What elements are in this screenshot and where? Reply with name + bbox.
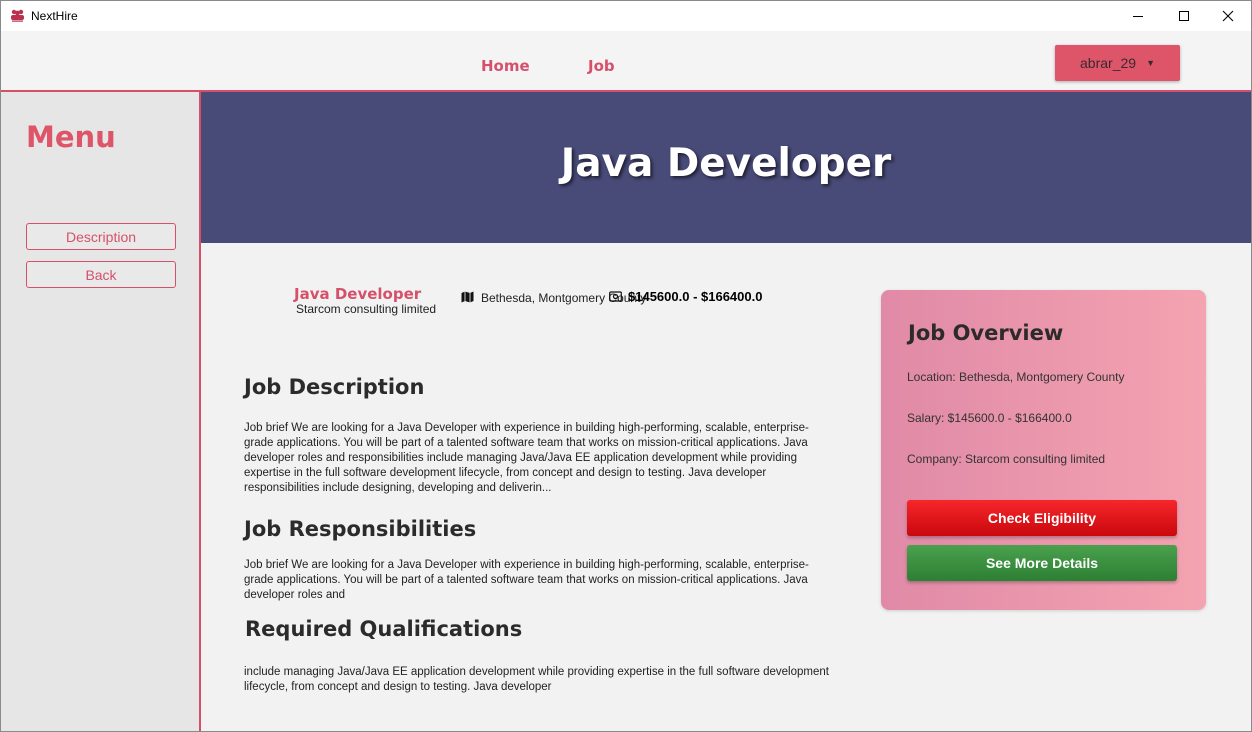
close-icon bbox=[1222, 10, 1234, 22]
top-navigation: Home Job abrar_29 ▼ bbox=[1, 31, 1251, 92]
overview-salary: Salary: $145600.0 - $166400.0 bbox=[907, 411, 1072, 425]
window-title: NextHire bbox=[31, 9, 78, 23]
user-menu-button[interactable]: abrar_29 ▼ bbox=[1055, 45, 1180, 81]
maximize-icon bbox=[1179, 11, 1189, 21]
title-bar: NextHire bbox=[1, 1, 1251, 31]
qualifications-text: include managing Java/Java EE applicatio… bbox=[244, 666, 829, 693]
nav-home-link[interactable]: Home bbox=[481, 57, 530, 75]
responsibilities-heading: Job Responsibilities bbox=[244, 517, 477, 541]
job-title: Java Developer bbox=[294, 285, 422, 303]
description-button[interactable]: Description bbox=[26, 223, 176, 250]
minimize-button[interactable] bbox=[1115, 1, 1161, 31]
sidebar: Menu Description Back bbox=[1, 92, 201, 731]
maximize-button[interactable] bbox=[1161, 1, 1207, 31]
description-text: Job brief We are looking for a Java Deve… bbox=[244, 422, 809, 494]
overview-location: Location: Bethesda, Montgomery County bbox=[907, 370, 1125, 384]
nav-job-link[interactable]: Job bbox=[588, 57, 615, 75]
username-label: abrar_29 bbox=[1080, 55, 1137, 71]
app-logo-icon bbox=[11, 9, 24, 22]
banner-title: Java Developer bbox=[560, 141, 892, 186]
job-salary: $145600.0 - $166400.0 bbox=[628, 289, 763, 304]
overview-company: Company: Starcom consulting limited bbox=[907, 452, 1106, 466]
job-overview-card: Job Overview Location: Bethesda, Montgom… bbox=[881, 290, 1206, 610]
description-heading: Job Description bbox=[244, 375, 425, 399]
chevron-down-icon: ▼ bbox=[1146, 58, 1155, 68]
overview-title: Job Overview bbox=[908, 321, 1064, 345]
qualifications-heading: Required Qualifications bbox=[245, 617, 523, 641]
see-more-details-button[interactable]: See More Details bbox=[907, 545, 1177, 581]
back-button[interactable]: Back bbox=[26, 261, 176, 288]
job-banner: Java Developer bbox=[201, 92, 1251, 243]
close-button[interactable] bbox=[1205, 1, 1251, 31]
sidebar-title: Menu bbox=[26, 120, 116, 154]
app-window: NextHire Home Job abrar_29 ▼ Menu Descri… bbox=[0, 0, 1252, 732]
money-icon bbox=[609, 291, 622, 302]
company-name: Starcom consulting limited bbox=[296, 302, 437, 316]
minimize-icon bbox=[1133, 16, 1143, 17]
map-icon bbox=[461, 291, 474, 303]
responsibilities-text: Job brief We are looking for a Java Deve… bbox=[244, 559, 809, 601]
check-eligibility-button[interactable]: Check Eligibility bbox=[907, 500, 1177, 536]
